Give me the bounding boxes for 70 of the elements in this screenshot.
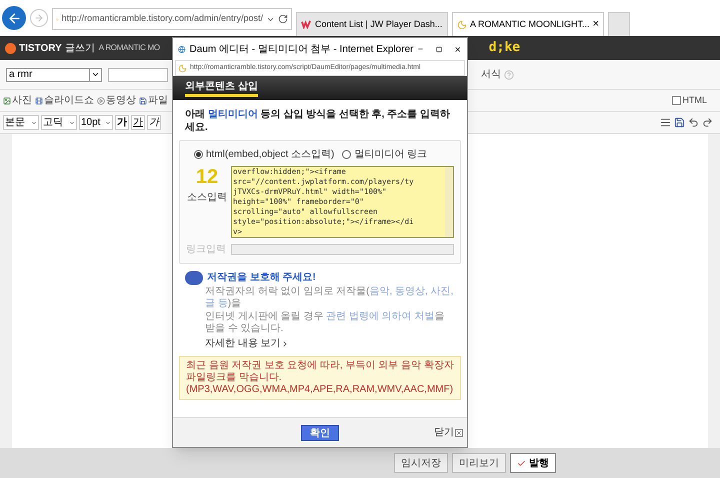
section-title: 글쓰기 [64,42,95,56]
site-logo[interactable]: TISTORY [19,40,62,56]
format-select[interactable]: 고딕 [41,115,77,130]
format-select[interactable]: 본문 [3,115,39,130]
style-button[interactable]: 가 [115,115,129,130]
save-icon[interactable] [674,117,685,128]
window-title: Daum 에디터 - 멀티미디어 첨부 - Internet Explorer [190,42,414,56]
category-select[interactable]: a rmr [6,68,102,82]
insert-tool[interactable]: 동영상 [97,93,136,108]
confirm-button[interactable]: 확인 [301,424,339,440]
tab-title: Content List | JW Player Dash... [315,18,442,31]
style-button[interactable]: 가 [147,115,161,130]
address-field[interactable]: http://romanticramble.tistory.com/admin/entry/post/ [52,8,292,30]
back-button[interactable] [2,6,26,30]
format-option[interactable]: 서식 [481,67,501,82]
tab-logo-icon [301,20,312,29]
details-link[interactable]: 자세한 내용 보기 [185,336,455,351]
dropdown-icon [105,120,111,126]
annotation-number: 12 [196,166,218,188]
notice-text: 최근 음원 저작권 보호 요청에 따라, 부득이 외부 음악 확장자 파일링크를 막습니다. [186,360,454,384]
speech-bubble-icon [185,270,203,284]
header-title: 외부콘텐츠 삽입 [185,80,258,96]
link-label: 링크입력 [186,243,227,257]
instruction-text: 아래 멀티미디어 등의 삽입 방식을 선택한 후, 주소를 입력하세요. [184,108,452,135]
close-tab-button[interactable]: × [592,19,599,30]
notice-text: (MP3,WAV,OGG,WMA,MP4,APE,RA,RAM,WMV,AAC,MMF) [186,384,454,396]
source-field[interactable] [231,166,454,238]
dropdown-icon [69,120,75,126]
align-icon[interactable] [660,117,671,128]
close-icon [455,428,463,436]
mode-radio[interactable]: 멀티미디어 링크 [342,147,428,162]
address-text: http://romanticramble.tistory.com/admin/entry/post/ [62,12,263,26]
maximize-icon[interactable] [436,44,442,54]
refresh-icon[interactable] [278,14,288,24]
format-select[interactable]: 10pt [79,115,113,130]
scrollbar[interactable] [445,167,453,237]
undo-icon[interactable] [688,117,699,128]
category-value: a rmr [9,68,32,82]
publish-button[interactable]: 발행 [510,453,556,473]
html-checkbox[interactable]: HTML [672,94,707,108]
forward-arrow-icon [34,13,44,23]
footer-button[interactable]: 미리보기 [452,453,506,473]
browser-icon [178,44,186,54]
check-icon [517,458,526,468]
dropdown-icon [31,120,37,126]
play-icon [97,96,105,104]
site-icon [457,20,467,30]
blog-title: A ROMANTIC MO [98,42,160,54]
copyright-text: 인터넷 게시판에 올릴 경우 관련 법령에 의하여 처벌을 받을 수 있습니다. [204,311,446,335]
style-button[interactable]: 가 [131,115,145,130]
insert-tool[interactable]: 파일 [139,93,168,108]
image-icon [3,96,11,104]
source-label: 소스입력 [187,191,227,205]
tab-title: A ROMANTIC MOONLIGHT... [470,18,590,31]
film-icon [35,96,43,104]
browser-tab[interactable]: Content List | JW Player Dash... [296,12,448,36]
dropdown-icon[interactable] [89,68,101,80]
copyright-title: 저작권을 보호해 주세요! [207,271,316,285]
user-name[interactable]: d;ke [488,38,520,58]
browser-tab[interactable]: A ROMANTIC MOONLIGHT... × [452,12,604,36]
site-icon [178,64,187,72]
insert-tool[interactable]: 사진 [3,93,32,108]
logo-icon [5,42,16,54]
redo-icon[interactable] [702,117,713,128]
close-button[interactable]: 닫기 [434,425,463,440]
copyright-text: 저작권자의 허락 없이 임의로 저작물(음악, 동영상, 사진, 글 등)을 [204,286,454,310]
title-field[interactable] [108,68,168,82]
insert-tool[interactable]: 슬라이드쇼 [35,93,94,108]
mode-radio[interactable]: html(embed,object 소스입력) [194,147,334,162]
footer-button[interactable]: 임시저장 [394,453,448,473]
